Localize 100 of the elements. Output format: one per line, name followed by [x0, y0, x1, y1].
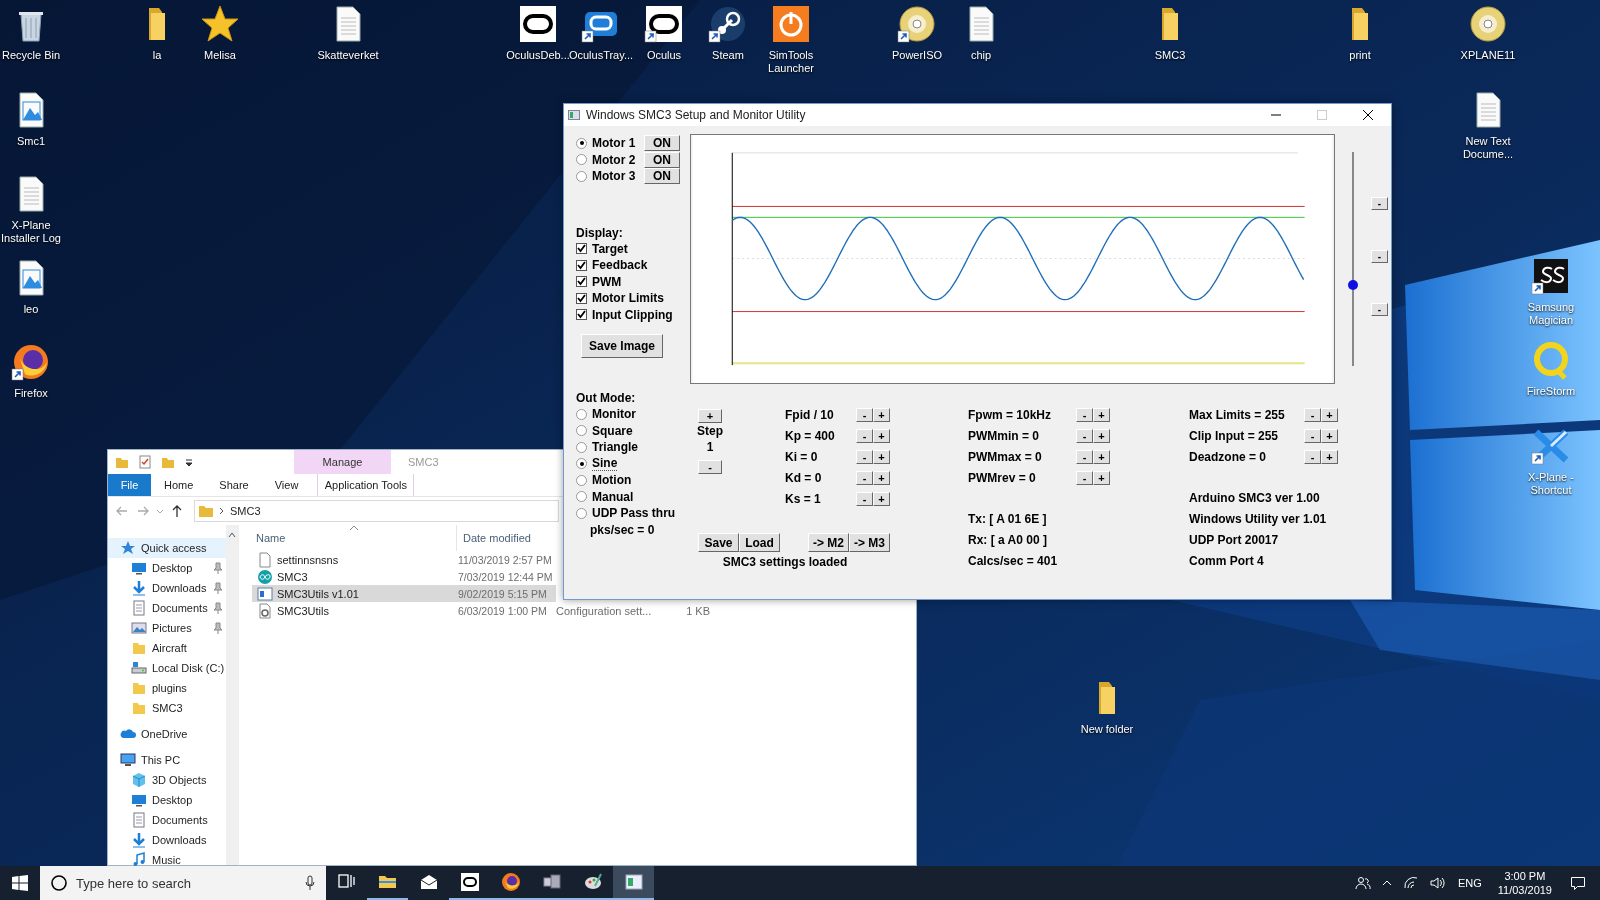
pin-icon[interactable]: [213, 562, 223, 574]
step-button[interactable]: +: [1093, 470, 1110, 485]
app-icon[interactable]: [11, 342, 51, 382]
slider-thumb[interactable]: [1348, 279, 1358, 290]
icon-label[interactable]: la: [152, 49, 162, 62]
radio-label[interactable]: Square: [592, 423, 633, 438]
step-button[interactable]: +: [1321, 449, 1338, 464]
small-button[interactable]: -: [1371, 250, 1388, 263]
step-button[interactable]: -: [1076, 449, 1093, 464]
nav-item[interactable]: Local Disk (C:): [108, 658, 226, 678]
step-button[interactable]: +: [873, 407, 890, 422]
nav-item[interactable]: Pictures: [108, 618, 226, 638]
radio-button[interactable]: [576, 507, 587, 519]
nav-item[interactable]: This PC: [108, 750, 226, 770]
checkbox[interactable]: [576, 243, 587, 255]
radio-button[interactable]: [576, 441, 587, 453]
checkbox[interactable]: [576, 309, 587, 321]
pin-icon[interactable]: [213, 582, 223, 594]
icon-label[interactable]: Smc1: [16, 135, 46, 148]
radio-label[interactable]: Motion: [592, 473, 632, 488]
pin-icon[interactable]: [213, 622, 223, 634]
radio-button[interactable]: [576, 137, 587, 149]
step-button[interactable]: -: [1304, 407, 1321, 422]
radio-button[interactable]: [576, 425, 587, 437]
checkbox[interactable]: [576, 276, 587, 288]
power-icon[interactable]: [771, 4, 811, 44]
clock-time[interactable]: 3:00 PM: [1504, 869, 1546, 883]
step-button[interactable]: -: [1076, 407, 1093, 422]
ribbon-tab[interactable]: File: [108, 474, 151, 496]
radio-label[interactable]: Motor 1: [592, 136, 644, 151]
icon-label[interactable]: New folder: [1080, 723, 1134, 736]
icon-label[interactable]: PowerISO: [891, 49, 943, 62]
clock-date[interactable]: 11/03/2019: [1497, 883, 1552, 897]
step-button[interactable]: +: [1093, 449, 1110, 464]
radio-label[interactable]: UDP Pass thru: [592, 506, 676, 521]
file-row[interactable]: SMC3 7/03/2019 12:44 PM: [252, 568, 556, 585]
step-button[interactable]: -: [1076, 470, 1093, 485]
file-row[interactable]: settinnsnsns 11/03/2019 2:57 PM: [252, 551, 556, 568]
disc-icon[interactable]: [1468, 4, 1508, 44]
file-row[interactable]: SMC3Utils 6/03/2019 1:00 PM Configuration sett... 1 KB: [252, 602, 710, 619]
scrollbar[interactable]: [226, 525, 238, 865]
ribbon-tab[interactable]: Home: [151, 474, 207, 496]
save-image-button[interactable]: Save Image: [581, 334, 663, 358]
star-icon[interactable]: [200, 4, 240, 44]
ring-icon[interactable]: [518, 4, 558, 44]
step-button[interactable]: +: [873, 428, 890, 443]
pin-icon[interactable]: [213, 602, 223, 614]
column-header[interactable]: Date modified: [457, 525, 531, 551]
file-button[interactable]: Save: [698, 533, 739, 552]
checkbox-label[interactable]: Input Clipping: [592, 307, 673, 322]
step-button[interactable]: +: [873, 470, 890, 485]
radio-button[interactable]: [576, 408, 587, 420]
radio-button[interactable]: [576, 474, 587, 486]
nav-item[interactable]: Desktop: [108, 558, 226, 578]
radio-button[interactable]: [576, 170, 587, 182]
radio-button[interactable]: [576, 491, 587, 503]
on-button[interactable]: ON: [644, 135, 680, 152]
icon-label[interactable]: New Text Docume...: [1450, 135, 1526, 161]
radio-label[interactable]: Motor 2: [592, 152, 644, 167]
step-button[interactable]: -: [1076, 428, 1093, 443]
nav-item[interactable]: Aircraft: [108, 638, 226, 658]
radio-button[interactable]: [576, 154, 587, 166]
icon-label[interactable]: Firefox: [14, 387, 48, 400]
nav-item[interactable]: 3D Objects: [108, 770, 226, 790]
icon-label[interactable]: OculusTray...: [568, 49, 634, 62]
app-icon[interactable]: [708, 4, 748, 44]
decrease-button[interactable]: -: [698, 460, 722, 474]
ring-icon[interactable]: [644, 4, 684, 44]
step-button[interactable]: +: [1321, 407, 1338, 422]
small-button[interactable]: -: [1371, 197, 1388, 210]
nav-item[interactable]: Documents: [108, 598, 226, 618]
wifi-icon[interactable]: [1402, 875, 1419, 891]
step-button[interactable]: +: [1093, 428, 1110, 443]
nav-item[interactable]: Downloads: [108, 830, 226, 850]
checkbox[interactable]: [576, 292, 587, 304]
icon-label[interactable]: SMC3: [1154, 49, 1186, 62]
radio-label[interactable]: Manual: [592, 489, 634, 504]
people-icon[interactable]: [1354, 875, 1371, 891]
step-button[interactable]: -: [856, 407, 873, 422]
small-button[interactable]: -: [1371, 303, 1388, 316]
step-button[interactable]: -: [856, 470, 873, 485]
radio-label[interactable]: Monitor: [592, 407, 636, 422]
radio-label[interactable]: Motor 3: [592, 169, 644, 184]
checkbox[interactable]: [576, 259, 587, 271]
step-button[interactable]: +: [1093, 407, 1110, 422]
taskbar-button[interactable]: [613, 866, 654, 900]
icon-label[interactable]: Skatteverket: [317, 49, 379, 62]
on-button[interactable]: ON: [644, 151, 680, 168]
checklist-icon[interactable]: [138, 455, 152, 469]
step-button[interactable]: -: [856, 428, 873, 443]
step-button[interactable]: +: [873, 449, 890, 464]
checkbox-label[interactable]: PWM: [592, 274, 622, 289]
checkbox-label[interactable]: Motor Limits: [592, 291, 664, 306]
step-button[interactable]: -: [856, 491, 873, 506]
icon-label[interactable]: Oculus: [646, 49, 682, 62]
ribbon-tab[interactable]: Share: [206, 474, 262, 496]
nav-item[interactable]: Documents: [108, 810, 226, 830]
step-button[interactable]: -: [1304, 449, 1321, 464]
icon-label[interactable]: XPLANE11: [1460, 49, 1516, 62]
volume-icon[interactable]: [1428, 875, 1445, 891]
